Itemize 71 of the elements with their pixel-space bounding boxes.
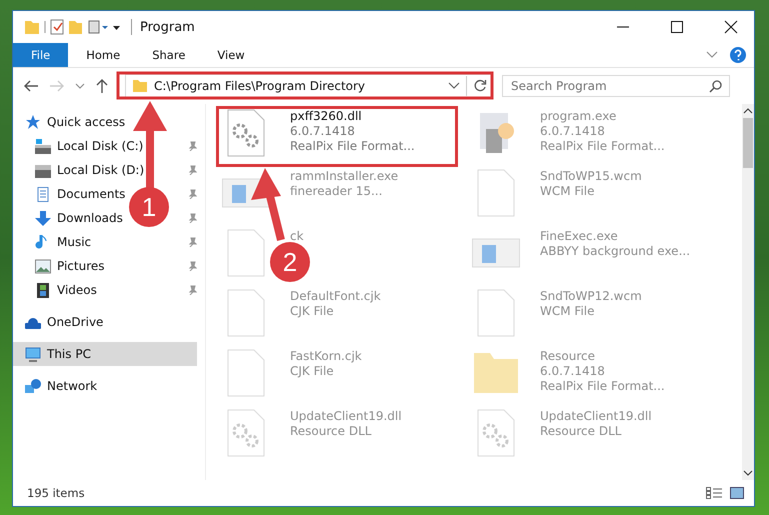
chevron-down-icon[interactable]	[75, 82, 85, 90]
sidebar-item[interactable]: OneDrive	[13, 310, 108, 334]
file-detail: CJK File	[290, 304, 335, 319]
sidebar-item[interactable]: Downloads	[13, 206, 127, 230]
item-count: 195 items	[27, 486, 85, 500]
quick-access-toolbar-icon[interactable]	[23, 18, 123, 36]
refresh-icon[interactable]	[473, 79, 487, 93]
sidebar-item[interactable]: Local Disk (C:)	[13, 134, 148, 158]
address-path: C:\Program Files\Program Directory	[154, 79, 366, 93]
large-icons-view-icon[interactable]	[730, 487, 744, 499]
file-detail: 6.0.7.1418	[540, 364, 606, 379]
scrollbar[interactable]	[742, 104, 754, 480]
scroll-down-icon[interactable]	[743, 469, 753, 477]
maximize-icon[interactable]	[670, 20, 684, 34]
file-detail: 6.0.7.1418	[540, 124, 606, 139]
file-detail: WCM File	[540, 304, 596, 319]
network-icon	[25, 378, 41, 394]
computer-icon	[25, 346, 41, 362]
ribbon-tab[interactable]: File	[13, 43, 68, 67]
step-number-badge: 2	[270, 242, 310, 282]
help-icon[interactable]	[730, 47, 746, 63]
sidebar-item[interactable]: Network	[13, 374, 102, 398]
film-icon	[35, 282, 51, 298]
step-number-badge: 1	[129, 187, 169, 227]
file-detail: RealPix File Format...	[290, 139, 415, 154]
file-detail: WCM File	[540, 184, 596, 199]
ribbon-tab[interactable]: Home	[72, 43, 134, 67]
file-detail: RealPix File Format...	[540, 379, 665, 394]
search-icon[interactable]	[709, 80, 722, 92]
ribbon-tab[interactable]: View	[203, 43, 259, 67]
pin-icon[interactable]	[187, 189, 197, 199]
download-icon	[35, 210, 51, 226]
chevron-down-icon[interactable]	[706, 51, 718, 59]
file-detail: RealPix File Format...	[540, 139, 665, 154]
file-detail: ABBYY background exe...	[540, 244, 690, 259]
address-bar[interactable]: C:\Program Files\Program Directory	[125, 74, 492, 98]
pin-icon[interactable]	[187, 165, 197, 175]
scroll-thumb[interactable]	[743, 118, 753, 168]
back-arrow-icon[interactable]	[23, 79, 39, 93]
sidebar-item[interactable]: Videos	[13, 278, 101, 302]
file-detail: Resource DLL	[540, 424, 622, 439]
file-detail: finereader 15...	[290, 184, 384, 199]
sidebar-item[interactable]: Local Disk (D:)	[13, 158, 148, 182]
star-icon	[25, 114, 41, 130]
sidebar-item[interactable]: Music	[13, 230, 96, 254]
chevron-down-icon[interactable]	[448, 82, 460, 90]
ribbon-tab[interactable]: Share	[138, 43, 200, 67]
file-detail: Resource DLL	[290, 424, 372, 439]
sidebar-item[interactable]: Documents	[13, 182, 130, 206]
pin-icon[interactable]	[187, 285, 197, 295]
picture-icon	[35, 258, 51, 274]
file-detail: CJK File	[290, 364, 335, 379]
drive-icon	[35, 138, 51, 154]
search-field[interactable]: Search Program	[502, 75, 730, 97]
pin-icon[interactable]	[187, 213, 197, 223]
file-name[interactable]: pxff3260.dll	[290, 109, 415, 124]
window-title: Program	[140, 20, 195, 34]
scroll-up-icon[interactable]	[743, 107, 753, 115]
folder-icon	[132, 79, 148, 93]
pin-icon[interactable]	[187, 141, 197, 151]
details-view-icon[interactable]	[706, 487, 722, 499]
pin-icon[interactable]	[187, 261, 197, 271]
file-detail: 6.0.7.1418	[290, 124, 356, 139]
sidebar-item[interactable]: Pictures	[13, 254, 109, 278]
up-arrow-icon[interactable]	[95, 78, 109, 94]
drive-icon	[35, 162, 51, 178]
sidebar-item[interactable]: This PC	[13, 342, 197, 366]
document-icon	[35, 186, 51, 202]
close-icon[interactable]	[724, 20, 738, 34]
sidebar-item[interactable]: Quick access	[13, 110, 130, 134]
pin-icon[interactable]	[187, 237, 197, 247]
